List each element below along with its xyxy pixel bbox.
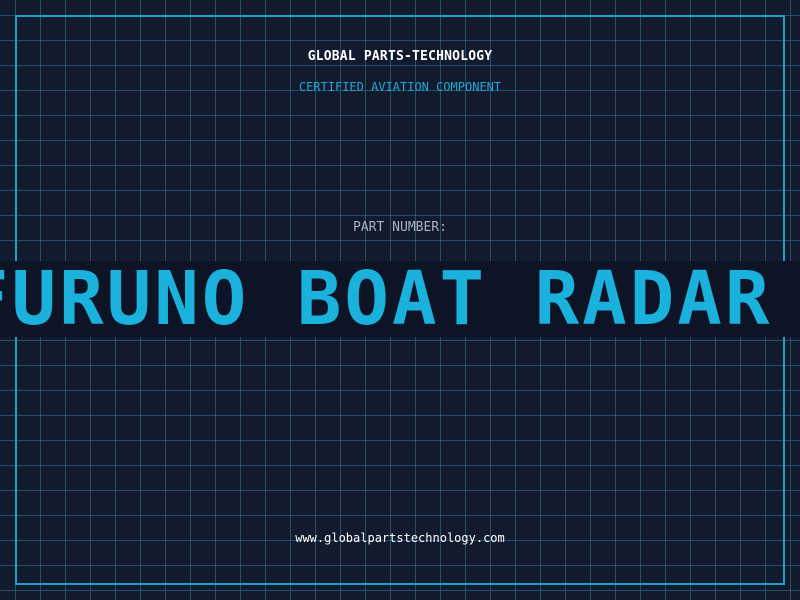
certification-subtitle: CERTIFIED AVIATION COMPONENT [298, 80, 502, 94]
company-name: GLOBAL PARTS-TECHNOLOGY [307, 49, 493, 64]
website-url: www.globalpartstechnology.com [295, 531, 505, 545]
part-number-banner: FURUNO BOAT RADAR SYSTEM [0, 261, 800, 337]
part-number-value: FURUNO BOAT RADAR SYSTEM [0, 261, 800, 337]
part-number-label: PART NUMBER: [353, 220, 447, 235]
blueprint-canvas: GLOBAL PARTS-TECHNOLOGY CERTIFIED AVIATI… [0, 0, 800, 600]
